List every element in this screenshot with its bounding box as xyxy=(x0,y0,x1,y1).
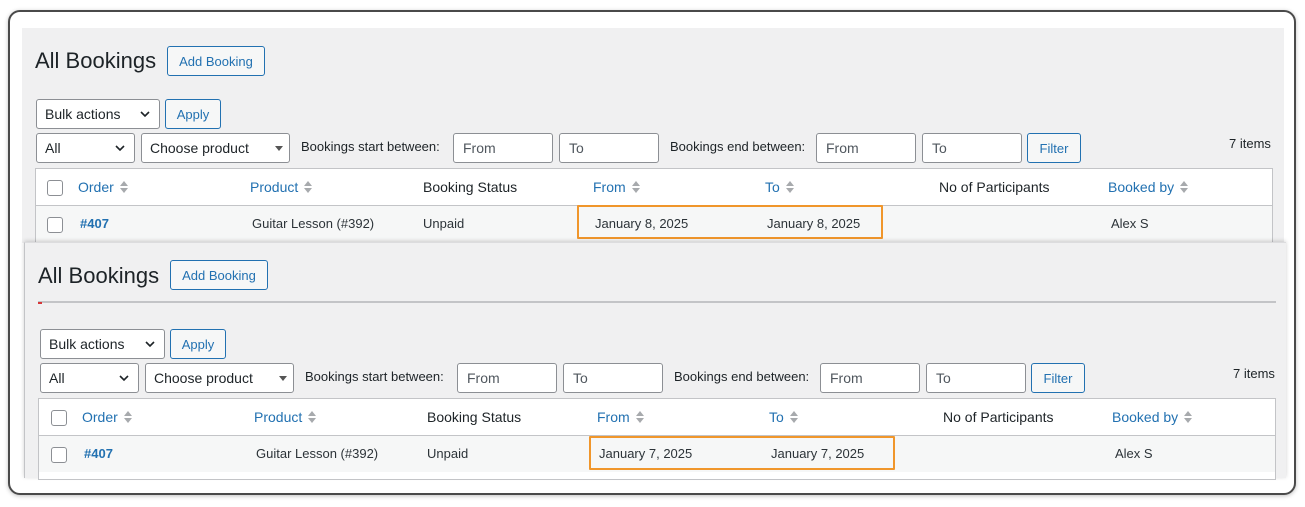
end-between-label: Bookings end between: xyxy=(670,139,806,154)
sort-icon xyxy=(1184,411,1193,423)
product-filter-value: Choose product xyxy=(150,140,249,156)
filter-button[interactable]: Filter xyxy=(1031,363,1085,393)
column-to-label: To xyxy=(765,179,780,195)
bulk-actions-select[interactable]: Bulk actions xyxy=(40,329,165,359)
start-to-input[interactable]: To xyxy=(563,363,663,393)
select-all-checkbox[interactable] xyxy=(47,180,63,196)
start-to-input[interactable]: To xyxy=(559,133,659,163)
column-from-label: From xyxy=(593,179,626,195)
column-participants-header: No of Participants xyxy=(943,409,1054,425)
row-checkbox[interactable] xyxy=(51,447,67,463)
booked-by-cell: Alex S xyxy=(1111,216,1149,231)
column-to-header[interactable]: To xyxy=(765,179,794,195)
add-booking-button[interactable]: Add Booking xyxy=(167,46,265,76)
column-to-header[interactable]: To xyxy=(769,409,798,425)
bookings-screen-bottom: All Bookings Add Booking Bulk actions Ap… xyxy=(24,242,1286,480)
dropdown-arrow-icon xyxy=(275,146,283,151)
header-divider xyxy=(38,301,1276,303)
booked-by-cell: Alex S xyxy=(1115,446,1153,461)
items-count: 7 items xyxy=(1229,136,1271,151)
column-order-label: Order xyxy=(82,409,118,425)
product-filter-select[interactable]: Choose product xyxy=(145,363,294,393)
sort-icon xyxy=(789,411,798,423)
chevron-down-icon xyxy=(145,341,155,348)
status-cell: Unpaid xyxy=(423,216,465,231)
page-title: All Bookings xyxy=(35,48,157,73)
column-booked-by-header[interactable]: Booked by xyxy=(1108,179,1189,195)
column-from-label: From xyxy=(597,409,630,425)
apply-button[interactable]: Apply xyxy=(170,329,226,359)
column-booked-by-label: Booked by xyxy=(1108,179,1175,195)
order-link[interactable]: #407 xyxy=(80,216,109,231)
status-filter-value: All xyxy=(45,140,61,156)
chevron-down-icon xyxy=(140,111,150,118)
column-order-header[interactable]: Order xyxy=(78,179,128,195)
sort-icon xyxy=(308,411,317,423)
page-title: All Bookings xyxy=(38,263,160,288)
status-filter-select[interactable]: All xyxy=(36,133,135,163)
select-all-checkbox[interactable] xyxy=(51,410,67,426)
end-between-label: Bookings end between: xyxy=(674,369,810,384)
bookings-screen-top: All Bookings Add Booking Bulk actions Ap… xyxy=(22,28,1284,248)
notice-marker xyxy=(38,302,42,304)
column-product-header[interactable]: Product xyxy=(250,179,313,195)
start-between-label: Bookings start between: xyxy=(305,369,444,384)
table-header-row: Order Product Booking Status From To No … xyxy=(36,169,1272,206)
bulk-actions-value: Bulk actions xyxy=(45,106,121,122)
end-to-input[interactable]: To xyxy=(922,133,1022,163)
items-count: 7 items xyxy=(1233,366,1275,381)
column-order-label: Order xyxy=(78,179,114,195)
end-to-input[interactable]: To xyxy=(926,363,1026,393)
apply-button[interactable]: Apply xyxy=(165,99,221,129)
sort-icon xyxy=(304,181,313,193)
column-product-header[interactable]: Product xyxy=(254,409,317,425)
product-filter-value: Choose product xyxy=(154,370,253,386)
column-product-label: Product xyxy=(250,179,299,195)
status-filter-value: All xyxy=(49,370,65,386)
status-cell: Unpaid xyxy=(427,446,469,461)
table-header-row: Order Product Booking Status From To No … xyxy=(39,399,1275,436)
order-link[interactable]: #407 xyxy=(84,446,113,461)
row-checkbox[interactable] xyxy=(47,217,63,233)
start-from-input[interactable]: From xyxy=(457,363,557,393)
column-from-header[interactable]: From xyxy=(597,409,644,425)
dropdown-arrow-icon xyxy=(279,376,287,381)
filter-button[interactable]: Filter xyxy=(1027,133,1081,163)
chevron-down-icon xyxy=(119,375,129,382)
sort-icon xyxy=(119,181,128,193)
chevron-down-icon xyxy=(115,145,125,152)
date-highlight-box xyxy=(589,436,895,470)
start-from-input[interactable]: From xyxy=(453,133,553,163)
sort-icon xyxy=(631,181,640,193)
end-from-input[interactable]: From xyxy=(816,133,916,163)
add-booking-button[interactable]: Add Booking xyxy=(170,260,268,290)
column-participants-header: No of Participants xyxy=(939,179,1050,195)
end-from-input[interactable]: From xyxy=(820,363,920,393)
column-product-label: Product xyxy=(254,409,303,425)
sort-icon xyxy=(785,181,794,193)
column-booked-by-label: Booked by xyxy=(1112,409,1179,425)
bulk-actions-value: Bulk actions xyxy=(49,336,125,352)
sort-icon xyxy=(123,411,132,423)
product-cell: Guitar Lesson (#392) xyxy=(256,446,379,461)
product-filter-select[interactable]: Choose product xyxy=(141,133,290,163)
column-booked-by-header[interactable]: Booked by xyxy=(1112,409,1193,425)
column-order-header[interactable]: Order xyxy=(82,409,132,425)
column-status-header: Booking Status xyxy=(427,409,522,425)
sort-icon xyxy=(635,411,644,423)
sort-icon xyxy=(1180,181,1189,193)
column-status-header: Booking Status xyxy=(423,179,518,195)
bulk-actions-select[interactable]: Bulk actions xyxy=(36,99,160,129)
status-filter-select[interactable]: All xyxy=(40,363,139,393)
screenshot-frame: All Bookings Add Booking Bulk actions Ap… xyxy=(8,10,1296,495)
column-to-label: To xyxy=(769,409,784,425)
product-cell: Guitar Lesson (#392) xyxy=(252,216,375,231)
column-from-header[interactable]: From xyxy=(593,179,640,195)
date-highlight-box xyxy=(577,205,883,239)
start-between-label: Bookings start between: xyxy=(301,139,440,154)
